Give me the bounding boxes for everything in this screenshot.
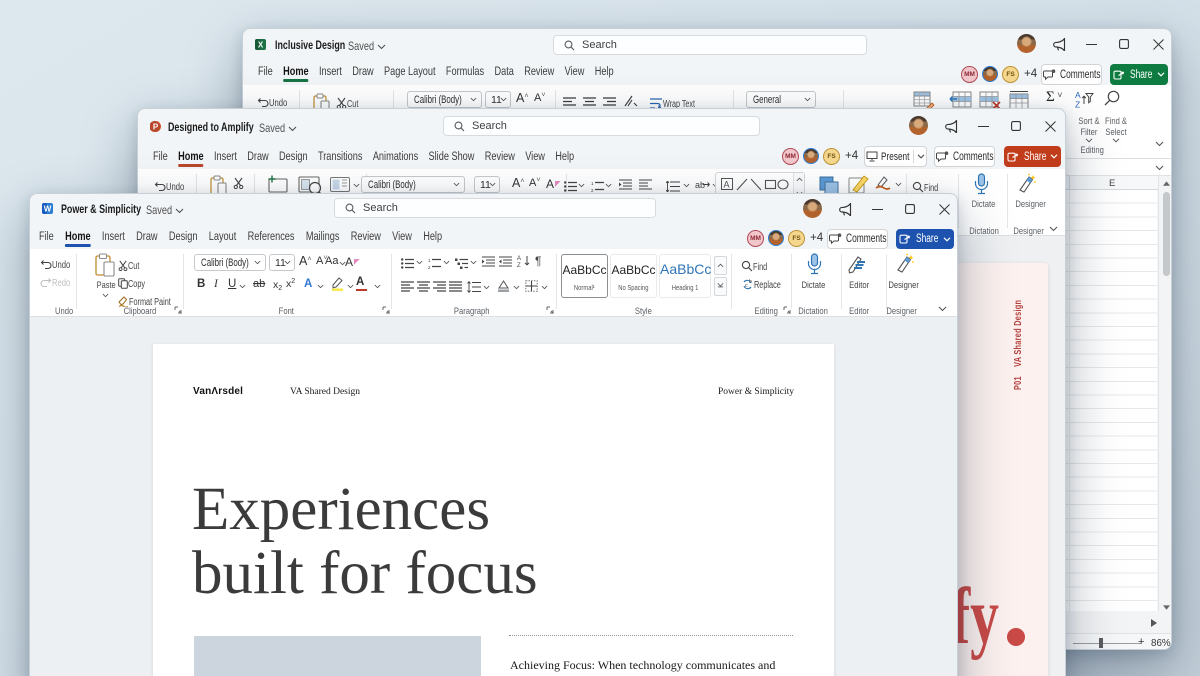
svg-text:2: 2 <box>591 188 594 192</box>
svg-text:Z: Z <box>1075 100 1080 110</box>
svg-text:A: A <box>1075 90 1081 100</box>
svg-text:2: 2 <box>428 265 431 269</box>
svg-text:P: P <box>153 123 159 132</box>
svg-text:A: A <box>724 180 730 190</box>
svg-text:X: X <box>258 41 264 50</box>
svg-text:A: A <box>517 256 521 262</box>
svg-text:W: W <box>44 205 52 214</box>
svg-text:1: 1 <box>591 181 594 186</box>
svg-text:b: b <box>749 279 752 285</box>
svg-text:Z: Z <box>517 263 521 267</box>
svg-text:1: 1 <box>428 258 431 263</box>
